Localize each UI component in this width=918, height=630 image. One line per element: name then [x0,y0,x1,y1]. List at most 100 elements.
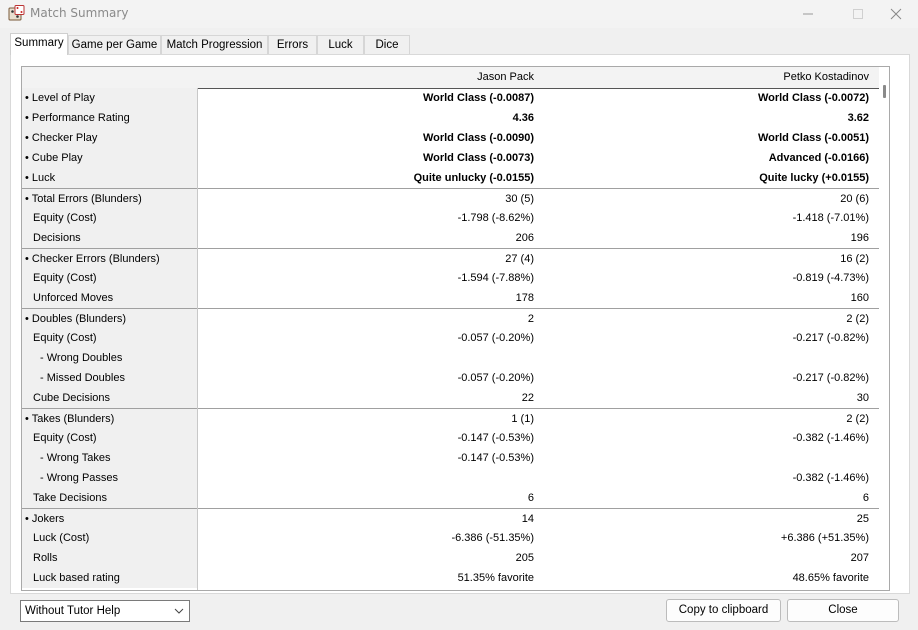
scrollbar-thumb[interactable] [883,85,886,98]
player1-value: 2 [527,313,534,325]
tab-luck[interactable]: Luck [317,35,364,55]
player1-value: 30 (5) [505,193,534,205]
minimize-button[interactable] [786,0,830,28]
player1-value: 14 [521,513,534,525]
player1-value: 22 [521,392,534,404]
table-row: • Luck Quite unlucky (-0.0155) Quite lucky… [22,168,879,188]
table-row: • Level of Play World Class (-0.0087) Worl… [22,88,879,108]
table-row: Luck based rating 51.35% favorite 48.65% f… [22,568,879,588]
player1-value: -6.386 (-51.35%) [451,532,534,544]
summary-table: Jason Pack Petko Kostadinov • Level of P… [21,66,890,591]
player2-value: -1.418 (-7.01%) [792,212,869,224]
player1-value: 206 [515,232,534,244]
vertical-scrollbar[interactable] [879,67,889,590]
close-window-button[interactable] [874,0,918,28]
row-label: Equity (Cost) [22,428,197,448]
header-player2: Petko Kostadinov [783,71,869,83]
player1-value: 27 (4) [505,253,534,265]
row-label: - Wrong Doubles [22,348,197,368]
player2-value: +6.386 (+51.35%) [780,532,869,544]
player2-value: 3.62 [847,112,869,124]
table-row: Cube Decisions 22 30 [22,388,879,408]
row-label: Equity (Cost) [22,268,197,288]
tab-game-per-game[interactable]: Game per Game [68,35,161,55]
player2-value: -0.819 (-4.73%) [792,272,869,284]
player1-value: Quite unlucky (-0.0155) [413,172,534,184]
table-row: Take Decisions 6 6 [22,488,879,508]
row-label: Unforced Moves [22,288,197,308]
table-row: • Doubles (Blunders) 2 2 (2) [22,308,879,329]
table-row: • Jokers 14 25 [22,508,879,529]
player1-value: -0.057 (-0.20%) [457,372,534,384]
table-row: Equity (Cost) -1.594 (-7.88%) -0.819 (-4.7… [22,268,879,288]
tutor-mode-select[interactable]: Without Tutor Help [20,600,190,622]
player2-value: -0.382 (-1.46%) [792,432,869,444]
table-row: • Performance Rating 4.36 3.62 [22,108,879,128]
table-row: Unforced Moves 178 160 [22,288,879,308]
player1-value: -0.147 (-0.53%) [457,452,534,464]
player1-value: 4.36 [512,112,534,124]
row-label: Cube Decisions [22,388,197,408]
row-label: Equity (Cost) [22,328,197,348]
player2-value: -0.217 (-0.82%) [792,332,869,344]
player1-value: 6 [527,492,534,504]
tab-dice[interactable]: Dice [364,35,410,55]
table-header: Jason Pack Petko Kostadinov [22,67,879,88]
table-row: • Takes (Blunders) 1 (1) 2 (2) [22,408,879,429]
table-row: Equity (Cost) -0.057 (-0.20%) -0.217 (-0.8… [22,328,879,348]
table-row: - Wrong Takes -0.147 (-0.53%) [22,448,879,468]
player1-value: 178 [515,292,534,304]
table-row: • Cube Play World Class (-0.0073) Advanced… [22,148,879,168]
player2-value: 2 (2) [846,313,869,325]
table-row: Decisions 206 196 [22,228,879,248]
row-label: • Luck [22,168,197,188]
row-label: Rolls [22,548,197,568]
window-title: Match Summary [30,6,129,20]
player1-value: 51.35% favorite [457,572,534,584]
close-icon [890,8,902,20]
row-label: • Level of Play [22,88,197,108]
row-label: • Performance Rating [22,108,197,128]
column-divider [197,88,198,590]
row-label: - Missed Doubles [22,368,197,388]
player2-value: 48.65% favorite [792,572,869,584]
maximize-icon [853,9,863,19]
copy-to-clipboard-button[interactable]: Copy to clipboard [666,599,781,622]
player2-value: Quite lucky (+0.0155) [759,172,869,184]
player2-value: 207 [850,552,869,564]
table-row: • Total Errors (Blunders) 30 (5) 20 (6) [22,188,879,209]
table-row: Equity (Cost) -0.147 (-0.53%) -0.382 (-1.4… [22,428,879,448]
tab-summary[interactable]: Summary [10,33,68,55]
close-button[interactable]: Close [787,599,899,622]
table-row: • Checker Errors (Blunders) 27 (4) 16 (2) [22,248,879,269]
row-label: Luck based rating [22,568,197,588]
player2-value: 160 [850,292,869,304]
title-bar: Match Summary [0,0,918,28]
player1-value: World Class (-0.0073) [422,152,534,164]
player2-value: World Class (-0.0072) [757,92,869,104]
table-row: • Checker Play World Class (-0.0090) World… [22,128,879,148]
player2-value: 30 [856,392,869,404]
summary-panel: Jason Pack Petko Kostadinov • Level of P… [10,54,910,594]
player1-value: World Class (-0.0090) [422,132,534,144]
player2-value: -0.382 (-1.46%) [792,472,869,484]
row-label: Take Decisions [22,488,197,508]
player2-value: 16 (2) [840,253,869,265]
player2-value: 196 [850,232,869,244]
row-label: • Doubles (Blunders) [22,309,197,329]
row-label: Luck (Cost) [22,528,197,548]
player1-value: World Class (-0.0087) [422,92,534,104]
player2-value: 2 (2) [846,413,869,425]
table-row: Luck (Cost) -6.386 (-51.35%) +6.386 (+51.3… [22,528,879,548]
table-row: - Wrong Doubles [22,348,879,368]
table-row: - Missed Doubles -0.057 (-0.20%) -0.217 (-… [22,368,879,388]
player2-value: World Class (-0.0051) [757,132,869,144]
tab-errors[interactable]: Errors [268,35,317,55]
player1-value: -1.594 (-7.88%) [457,272,534,284]
row-label: - Wrong Takes [22,448,197,468]
row-label: • Cube Play [22,148,197,168]
player1-value: 1 (1) [511,413,534,425]
row-label: Equity (Cost) [22,208,197,228]
row-label: • Checker Errors (Blunders) [22,249,197,269]
tab-match-progression[interactable]: Match Progression [161,35,268,55]
